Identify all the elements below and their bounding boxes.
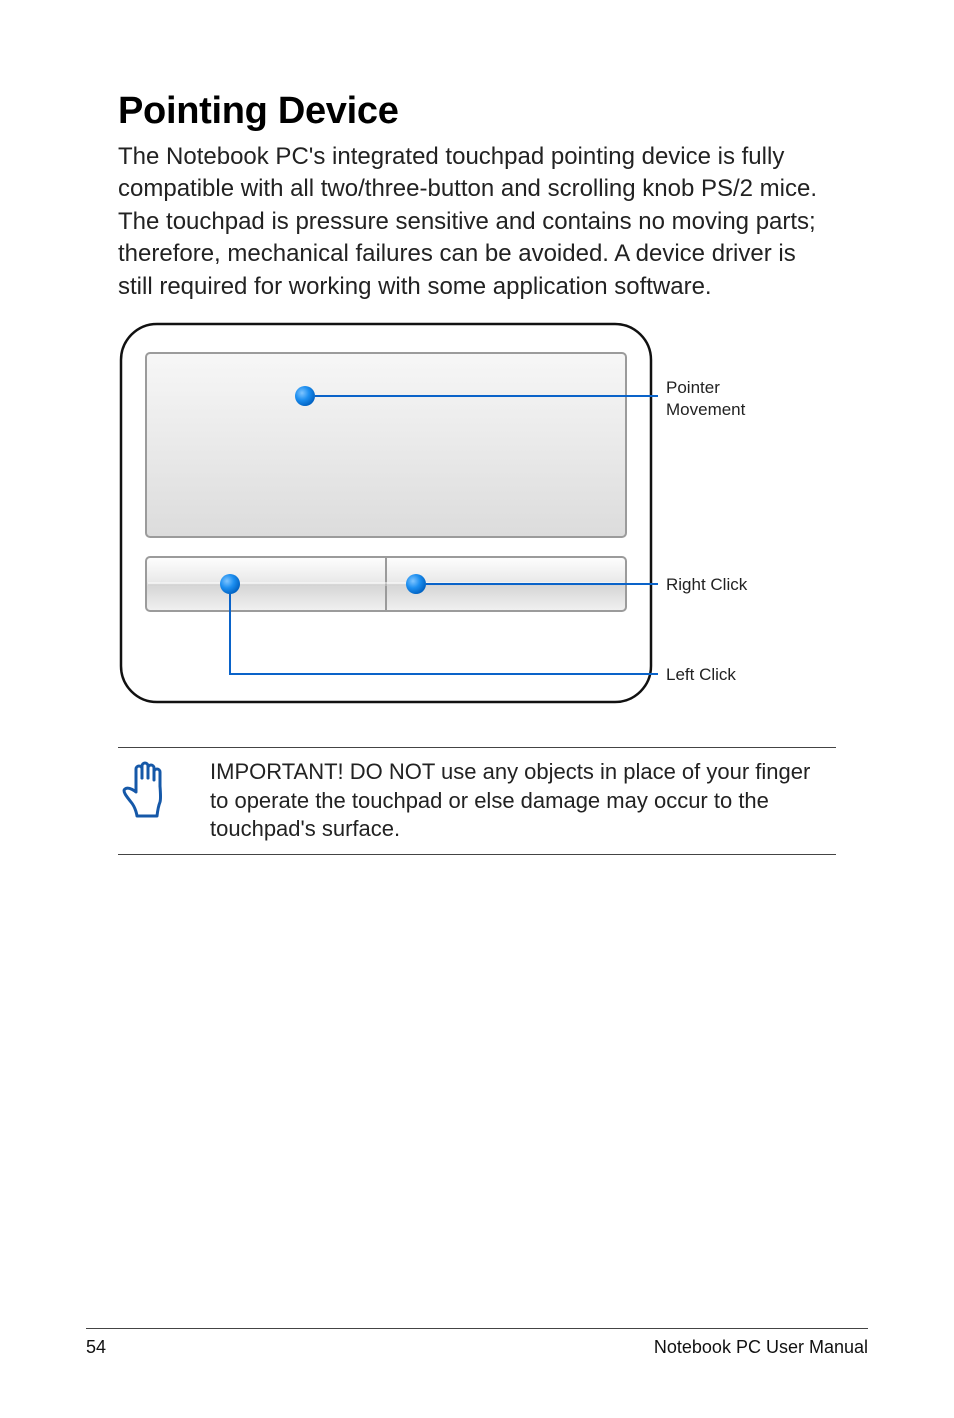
intro-paragraph: The Notebook PC's integrated touchpad po… (118, 141, 836, 303)
label-pointer-1: Pointer (666, 378, 720, 397)
label-left-click: Left Click (666, 665, 736, 684)
label-right-click: Right Click (666, 575, 748, 594)
label-pointer-2: Movement (666, 400, 746, 419)
important-callout: IMPORTANT! DO NOT use any objects in pla… (118, 747, 836, 855)
page-number: 54 (86, 1337, 106, 1358)
touchpad-diagram: Pointer Movement Right Click Left Click (118, 321, 834, 707)
doc-title: Notebook PC User Manual (654, 1337, 868, 1358)
hand-icon (118, 758, 210, 833)
page-title: Pointing Device (118, 90, 836, 133)
page-footer: 54 Notebook PC User Manual (86, 1328, 868, 1358)
important-text: IMPORTANT! DO NOT use any objects in pla… (210, 758, 832, 844)
touchpad-svg: Pointer Movement Right Click Left Click (118, 321, 834, 707)
